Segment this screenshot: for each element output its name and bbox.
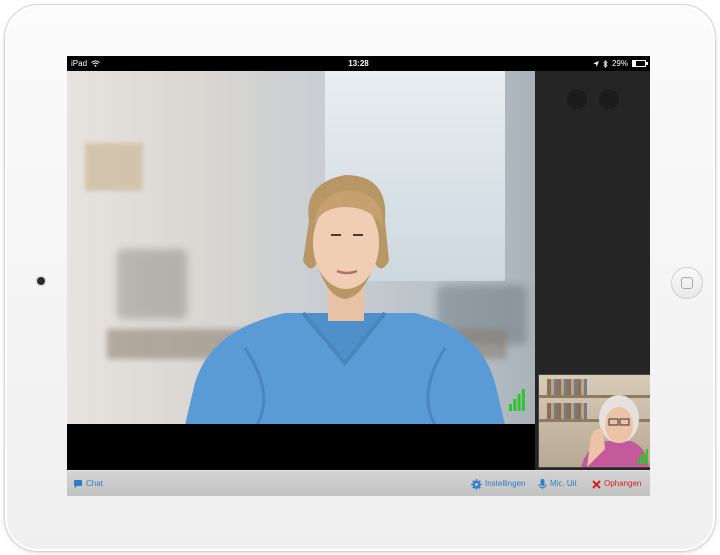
hangup-button[interactable]: Ophangen [592, 471, 641, 496]
background-chair [117, 249, 187, 319]
front-camera [37, 277, 45, 285]
hangup-label: Ophangen [604, 479, 642, 488]
battery-percentage: 29% [611, 59, 628, 68]
status-right: 29% [592, 56, 648, 71]
home-button[interactable] [671, 267, 703, 299]
microphone-icon [538, 478, 547, 489]
settings-label: Instellingen [485, 479, 526, 488]
mic-off-button[interactable]: Mic. Uit [538, 471, 577, 496]
ipad-screen: iPad 13:28 29% Chat Instellingen Mic. Ui… [67, 56, 650, 496]
location-icon [592, 60, 599, 67]
chat-button[interactable]: Chat [73, 471, 103, 496]
video-letterbox [67, 424, 535, 470]
hidden-control-button[interactable] [599, 89, 619, 109]
close-icon [592, 479, 601, 489]
settings-button[interactable]: Instellingen [471, 471, 525, 496]
background-picture-frame [85, 143, 143, 191]
hidden-control-button[interactable] [567, 89, 587, 109]
mic-label: Mic. Uit [550, 479, 577, 488]
remote-participant-nurse [185, 175, 505, 424]
ios-status-bar: iPad 13:28 29% [67, 56, 650, 71]
signal-icon [509, 389, 525, 411]
signal-icon [637, 449, 648, 464]
call-toolbar: Chat Instellingen Mic. Uit Ophangen [67, 470, 650, 496]
home-button-square [681, 277, 693, 289]
battery-icon [632, 60, 648, 67]
remote-video-feed [67, 71, 535, 424]
gear-icon [471, 478, 482, 490]
chat-icon [74, 479, 82, 488]
status-time: 13:28 [348, 59, 369, 68]
chat-label: Chat [86, 479, 103, 488]
local-participant [581, 395, 649, 467]
self-view-video [538, 374, 650, 468]
bluetooth-icon [603, 59, 608, 68]
